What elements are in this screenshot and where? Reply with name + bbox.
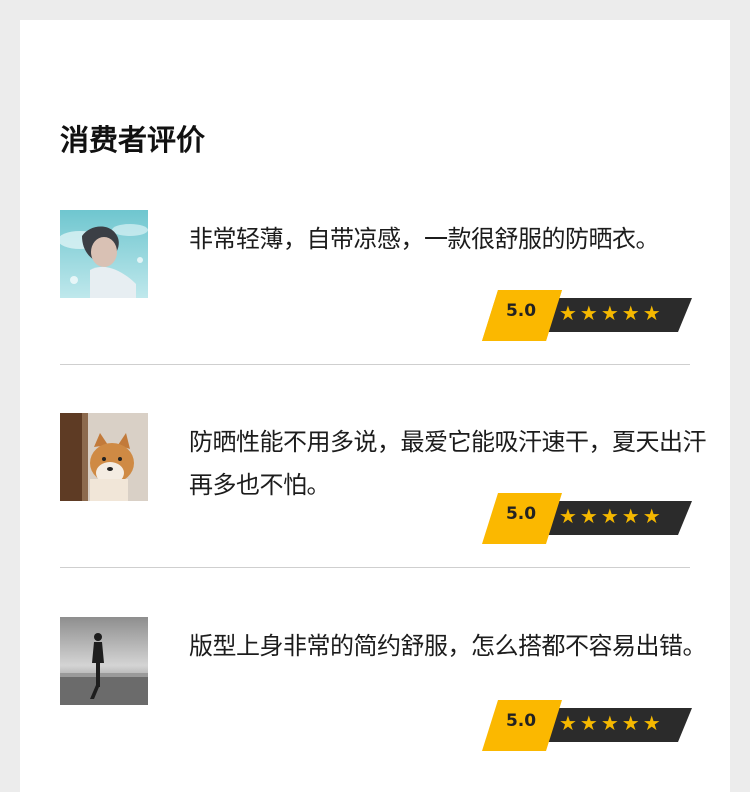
rating-score: 5.0 bbox=[505, 504, 537, 524]
rating-score: 5.0 bbox=[505, 711, 537, 731]
review-text: 非常轻薄，自带凉感，一款很舒服的防晒衣。 bbox=[189, 225, 660, 253]
star-rating-icon: ★★★★★ bbox=[559, 301, 664, 325]
review-item: 防晒性能不用多说，最爱它能吸汗速干，夏天出汗再多也不怕。 5.0 ★★★★★ bbox=[60, 413, 707, 544]
rating-badge: 5.0 ★★★★★ bbox=[480, 489, 692, 547]
shiba-dog-avatar bbox=[60, 413, 148, 501]
review-item: 非常轻薄，自带凉感，一款很舒服的防晒衣。 5.0 ★★★★★ bbox=[60, 210, 692, 341]
review-text: 版型上身非常的简约舒服，怎么搭都不容易出错。 bbox=[189, 632, 707, 660]
section-title: 消费者评价 bbox=[60, 123, 206, 157]
rating-score: 5.0 bbox=[505, 301, 537, 321]
review-item: 版型上身非常的简约舒服，怎么搭都不容易出错。 5.0 ★★★★★ bbox=[60, 617, 707, 751]
star-rating-icon: ★★★★★ bbox=[559, 711, 664, 735]
reviews-card: 消费者评价 非常轻薄，自带凉感，一款很舒服的防晒衣。 5.0 ★★★★★ 防晒性… bbox=[20, 20, 730, 792]
rating-badge: 5.0 ★★★★★ bbox=[480, 286, 692, 344]
avatar bbox=[60, 210, 148, 298]
divider bbox=[60, 567, 690, 568]
avatar bbox=[60, 413, 148, 501]
beach-silhouette-avatar bbox=[60, 617, 148, 705]
avatar bbox=[60, 617, 148, 705]
star-rating-icon: ★★★★★ bbox=[559, 504, 664, 528]
swimmer-underwater-avatar bbox=[60, 210, 148, 298]
rating-badge: 5.0 ★★★★★ bbox=[480, 696, 692, 754]
divider bbox=[60, 364, 690, 365]
